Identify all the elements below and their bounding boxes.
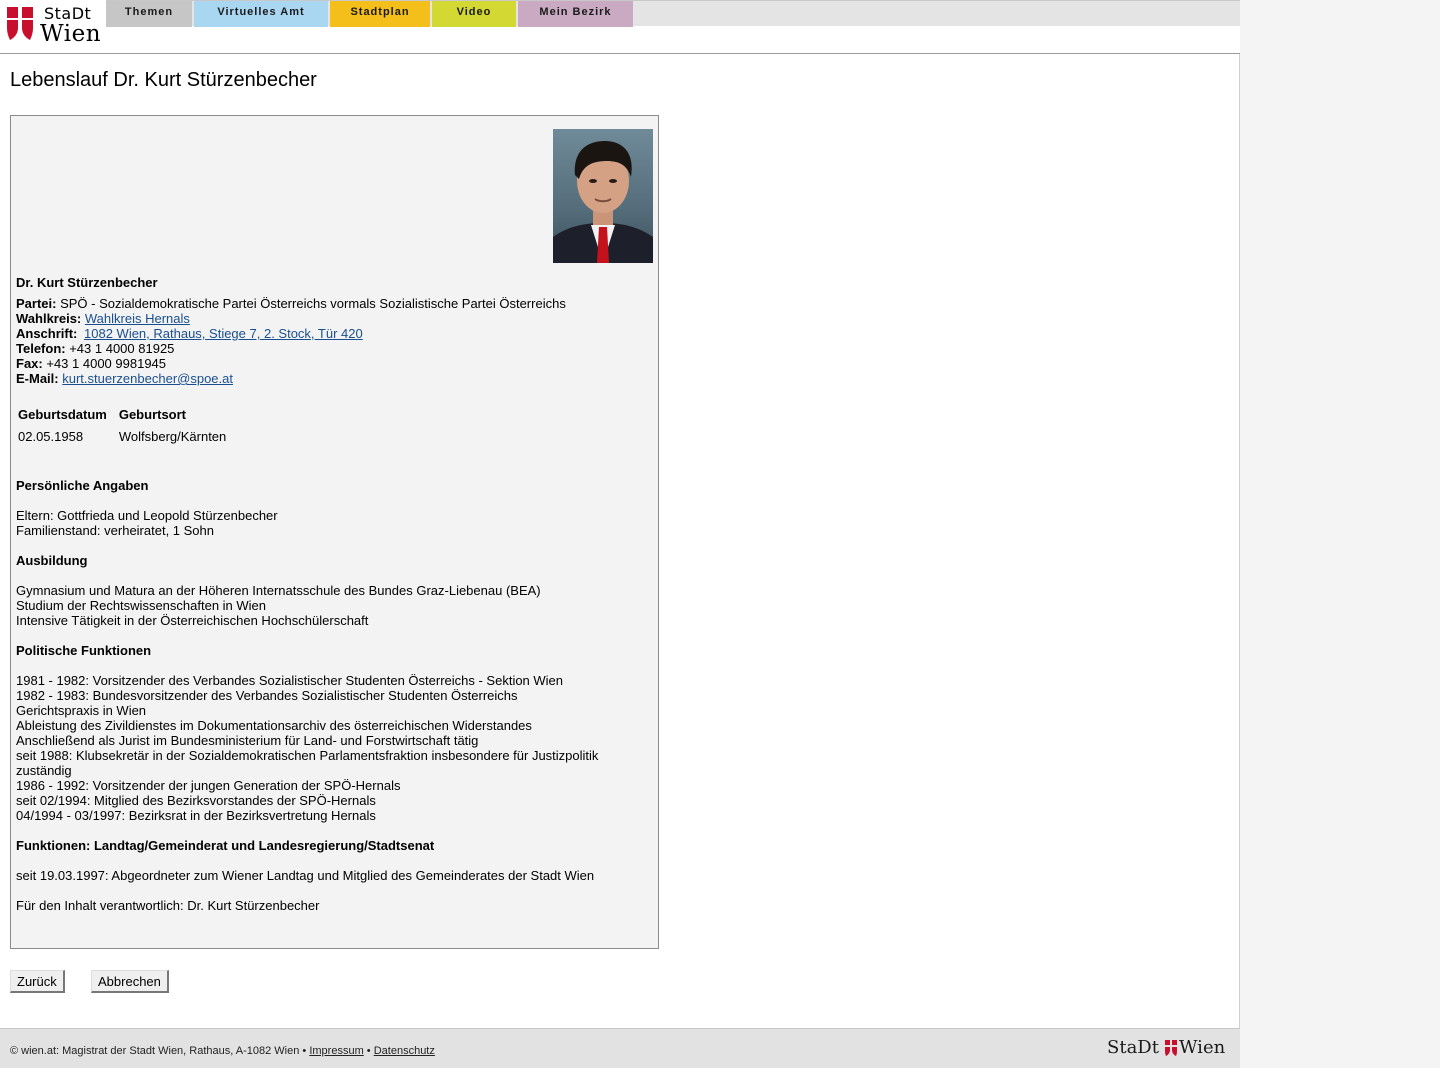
content-responsible-note: Für den Inhalt verantwortlich: Dr. Kurt … <box>16 898 320 913</box>
cancel-button[interactable]: Abbrechen <box>91 970 169 993</box>
footer-wien-shield-icon <box>1165 1040 1177 1056</box>
list-item: Gerichtspraxis in Wien <box>16 703 147 718</box>
tab-mein-bezirk[interactable]: Mein Bezirk <box>518 1 633 27</box>
table-cell: 02.05.1958 <box>18 428 84 444</box>
stadt-wien-logo[interactable]: StaDt Wien <box>6 4 102 47</box>
footer-logo-stadt: StaDt <box>1107 1037 1159 1058</box>
back-button[interactable]: Zurück <box>10 970 65 993</box>
list-item: seit 1988: Klubsekretär in der Sozialdem… <box>16 748 599 763</box>
site-header: StaDt Wien Themen Virtuelles Amt Stadtpl… <box>0 0 1240 54</box>
footer-stadt-wien-logo[interactable]: StaDt Wien <box>1107 1037 1231 1059</box>
table-cell: Wolfsberg/Kärnten <box>118 428 227 444</box>
list-item: zuständig <box>16 763 72 778</box>
page-title: Lebenslauf Dr. Kurt Stürzenbecher <box>10 69 317 91</box>
table-header: Geburtsort <box>118 406 187 422</box>
anschrift-link[interactable]: 1082 Wien, Rathaus, Stiege 7, 2. Stock, … <box>84 326 363 341</box>
email-link[interactable]: kurt.stuerzenbecher@spoe.at <box>62 371 233 386</box>
wahlkreis-link[interactable]: Wahlkreis Hernals <box>85 311 190 326</box>
email-row: E-Mail: kurt.stuerzenbecher@spoe.at <box>16 371 233 386</box>
partei-row: Partei: SPÖ - Sozialdemokratische Partei… <box>16 296 566 311</box>
list-item: Ableistung des Zivildienstes im Dokument… <box>16 718 532 733</box>
list-item: 1986 - 1992: Vorsitzender der jungen Gen… <box>16 778 401 793</box>
table-header: Geburtsdatum <box>18 406 107 422</box>
fax-value: +43 1 4000 9981945 <box>46 356 167 371</box>
partei-value: SPÖ - Sozialdemokratische Partei Österre… <box>60 296 566 311</box>
person-name: Dr. Kurt Stürzenbecher <box>16 275 158 290</box>
tab-video[interactable]: Video <box>432 1 516 27</box>
fax-row: Fax: +43 1 4000 9981945 <box>16 356 166 371</box>
section-heading: Politische Funktionen <box>16 643 152 658</box>
list-item: Eltern: Gottfrieda und Leopold Stürzenbe… <box>16 508 278 523</box>
portrait-photo <box>553 129 653 263</box>
list-item: seit 19.03.1997: Abgeordneter zum Wiener… <box>16 868 595 883</box>
section-heading: Persönliche Angaben <box>16 478 149 493</box>
telefon-value: +43 1 4000 81925 <box>69 341 175 356</box>
footer-text-row: © wien.at: Magistrat der Stadt Wien, Rat… <box>10 1045 435 1057</box>
wahlkreis-label: Wahlkreis: <box>16 311 82 326</box>
footer-separator: • <box>366 1045 371 1057</box>
footer-logo-wien: Wien <box>1179 1037 1226 1058</box>
main-navigation: Themen Virtuelles Amt Stadtplan Video Me… <box>106 0 1240 27</box>
tab-stadtplan[interactable]: Stadtplan <box>330 1 430 27</box>
section-heading: Funktionen: Landtag/Gemeinderat und Land… <box>16 838 435 853</box>
email-label: E-Mail: <box>16 371 59 386</box>
list-item: Familienstand: verheiratet, 1 Sohn <box>16 523 214 538</box>
footer-copyright: © wien.at: Magistrat der Stadt Wien, Rat… <box>10 1045 307 1057</box>
list-item: 1981 - 1982: Vorsitzender des Verbandes … <box>16 673 564 688</box>
wahlkreis-row: Wahlkreis: Wahlkreis Hernals <box>16 311 190 326</box>
section-heading: Ausbildung <box>16 553 88 568</box>
list-item: seit 02/1994: Mitglied des Bezirksvorsta… <box>16 793 376 808</box>
anschrift-row: Anschrift: 1082 Wien, Rathaus, Stiege 7,… <box>16 326 363 341</box>
telefon-label: Telefon: <box>16 341 66 356</box>
impressum-link[interactable]: Impressum <box>309 1045 363 1057</box>
site-footer: © wien.at: Magistrat der Stadt Wien, Rat… <box>0 1028 1240 1068</box>
birth-info-table: Geburtsdatum Geburtsort 02.05.1958 Wolfs… <box>18 406 238 444</box>
page: StaDt Wien Themen Virtuelles Amt Stadtpl… <box>0 0 1240 1068</box>
list-item: Anschließend als Jurist im Bundesministe… <box>16 733 479 748</box>
list-item: Studium der Rechtswissenschaften in Wien <box>16 598 267 613</box>
list-item: 04/1994 - 03/1997: Bezirksrat in der Bez… <box>16 808 376 823</box>
logo-wien-text: Wien <box>40 21 102 47</box>
list-item: Gymnasium und Matura an der Höheren Inte… <box>16 583 541 598</box>
fax-label: Fax: <box>16 356 43 371</box>
anschrift-label: Anschrift: <box>16 326 78 341</box>
list-item: 1982 - 1983: Bundesvorsitzender des Verb… <box>16 688 518 703</box>
list-item: Intensive Tätigkeit in der Österreichisc… <box>16 613 369 628</box>
partei-label: Partei: <box>16 296 57 311</box>
telefon-row: Telefon: +43 1 4000 81925 <box>16 341 174 356</box>
tab-themen[interactable]: Themen <box>106 1 192 27</box>
datenschutz-link[interactable]: Datenschutz <box>374 1045 435 1057</box>
wien-shield-icon <box>7 7 33 40</box>
tab-virtuelles-amt[interactable]: Virtuelles Amt <box>194 1 328 27</box>
profile-card: Dr. Kurt Stürzenbecher Partei: SPÖ - Soz… <box>10 115 659 949</box>
